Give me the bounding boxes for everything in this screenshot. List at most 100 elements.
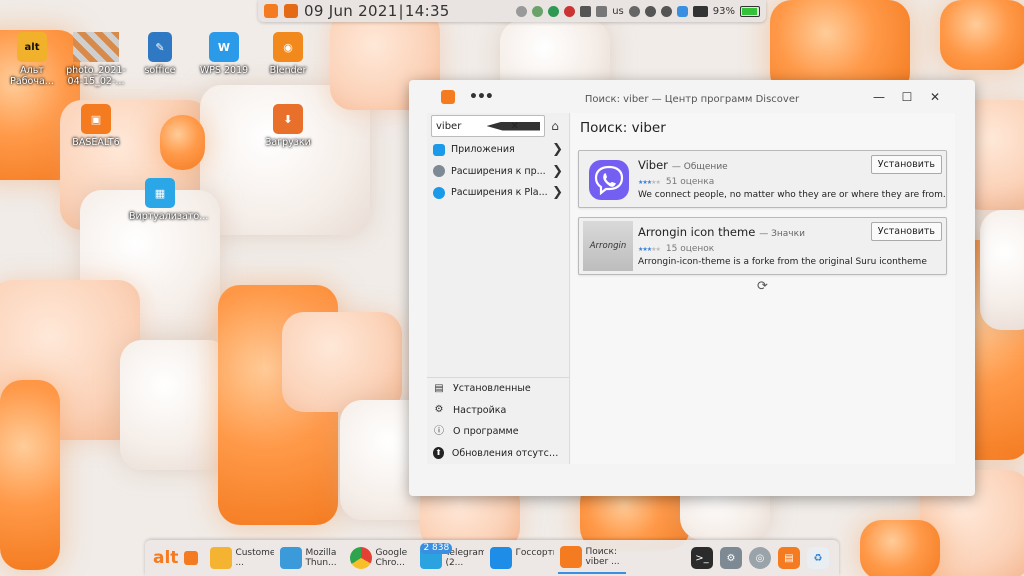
chevron-right-icon: ❯ bbox=[552, 163, 563, 179]
nav-label: Обновления отсутству... bbox=[451, 447, 563, 459]
battery-icon[interactable] bbox=[740, 5, 760, 17]
system-tray: us 93% bbox=[516, 5, 760, 17]
desktop-icon-label: BASEALT6 bbox=[72, 137, 120, 148]
task-discover[interactable]: Поиск: viber ... bbox=[558, 542, 627, 574]
category-label: Расширения к Pla... bbox=[451, 187, 548, 199]
loading-spinner-icon: ⟳ bbox=[757, 279, 768, 294]
result-description: We connect people, no matter who they ar… bbox=[638, 190, 946, 200]
app-category: — Общение bbox=[671, 162, 728, 172]
antivirus-icon[interactable] bbox=[516, 5, 528, 17]
wifi-icon[interactable] bbox=[644, 5, 656, 17]
desktop-icon-blender[interactable]: ◉ Blender bbox=[257, 32, 319, 76]
recycle-bin-icon[interactable]: ♻ bbox=[807, 547, 829, 569]
alt-base-icon: alt bbox=[17, 32, 47, 62]
install-button[interactable]: Установить bbox=[870, 155, 942, 174]
task-thunderbird[interactable]: Mozilla Thun... bbox=[278, 542, 346, 574]
drive-icon[interactable] bbox=[580, 5, 592, 17]
display-icon[interactable] bbox=[692, 5, 708, 17]
result-card-viber[interactable]: Viber — Общение ★★★★★ 51 оценка We connect… bbox=[578, 150, 947, 208]
category-applications[interactable]: Приложения ❯ bbox=[427, 139, 569, 161]
top-panel: 09 Jun 2021 | 14:35 us 93% bbox=[258, 0, 766, 22]
results-pane: Поиск: viber Viber — Общение ★★★★★ 51 оцен… bbox=[571, 113, 955, 464]
desktop-icon-label: Blender bbox=[269, 65, 307, 76]
info-icon: ⓘ bbox=[434, 425, 444, 437]
close-icon[interactable]: ✕ bbox=[929, 90, 941, 104]
app-icon[interactable] bbox=[284, 4, 298, 18]
thunderbird-icon bbox=[280, 547, 303, 569]
folder-icon bbox=[210, 547, 233, 569]
search-input[interactable]: viber ✕ bbox=[431, 115, 545, 137]
result-description: Arrongin-icon-theme is a forke from the … bbox=[638, 257, 927, 267]
task-customers[interactable]: Customers ... bbox=[208, 542, 276, 574]
software-center-icon[interactable]: ▤ bbox=[778, 547, 800, 569]
nav-about[interactable]: ⓘ О программе bbox=[427, 421, 569, 443]
unread-badge: 2 838 bbox=[420, 543, 453, 554]
discover-app-icon[interactable] bbox=[441, 89, 455, 104]
package-icon[interactable] bbox=[564, 5, 576, 17]
settings-sliders-icon: ⚙ bbox=[434, 404, 444, 416]
settings-gear-icon[interactable]: ⚙ bbox=[720, 547, 742, 569]
arrongin-theme-icon: Arrongin bbox=[583, 221, 633, 271]
app-launcher-icon[interactable] bbox=[184, 551, 199, 565]
category-app-addons[interactable]: Расширения к пр... ❯ bbox=[427, 161, 569, 183]
desktop-icon-alt-workstation[interactable]: alt Альт Рабоча... bbox=[1, 32, 63, 87]
basealt-icon: ▣ bbox=[81, 104, 111, 134]
category-label: Приложения bbox=[451, 144, 515, 156]
clipboard-icon[interactable] bbox=[596, 5, 608, 17]
desktop-icon-virtualization[interactable]: ▦ Виртуализато... bbox=[129, 178, 208, 222]
desktop-icon-soffice[interactable]: ✎ soffice bbox=[129, 32, 191, 76]
update-arrow-icon: ⬆ bbox=[433, 447, 444, 460]
desktop-icon-label: Альт Рабоча... bbox=[10, 65, 54, 87]
nav-updates[interactable]: ⬆ Обновления отсутству... bbox=[427, 443, 569, 465]
task-telegram[interactable]: 2 838 Telegram (2... bbox=[418, 542, 486, 574]
task-wps-doc[interactable]: Госсортко... bbox=[488, 542, 556, 574]
clock-date[interactable]: 09 Jun 2021 bbox=[304, 2, 398, 20]
search-input-value[interactable]: viber bbox=[436, 121, 487, 132]
rating-stars: ★★★★★ bbox=[638, 179, 661, 186]
alt-logo-menu[interactable]: alt bbox=[153, 548, 178, 568]
network-arrows-icon[interactable] bbox=[532, 5, 544, 17]
maximize-icon[interactable]: ☐ bbox=[901, 90, 913, 104]
vpn-icon[interactable] bbox=[628, 5, 640, 17]
chrome-icon bbox=[350, 547, 373, 569]
nav-installed[interactable]: ▤ Установленные bbox=[427, 378, 569, 400]
window-titlebar[interactable]: ••• Поиск: viber — Центр программ Discov… bbox=[409, 80, 975, 113]
menu-icon[interactable] bbox=[264, 4, 278, 18]
search-icon[interactable] bbox=[676, 5, 688, 17]
home-icon[interactable]: ⌂ bbox=[545, 119, 565, 133]
clock-time[interactable]: 14:35 bbox=[405, 2, 450, 20]
category-plasma-addons[interactable]: Расширения к Pla... ❯ bbox=[427, 182, 569, 204]
terminal-icon[interactable]: >_ bbox=[691, 547, 713, 569]
taskbar: alt Customers ... Mozilla Thun... Google… bbox=[145, 540, 839, 576]
desktop-icon-label: soffice bbox=[144, 65, 176, 76]
virtualization-icon: ▦ bbox=[145, 178, 175, 208]
task-label: Поиск: viber ... bbox=[585, 546, 620, 568]
clear-search-icon[interactable]: ✕ bbox=[486, 121, 540, 131]
clock-separator: | bbox=[398, 2, 404, 20]
page-title: Поиск: viber bbox=[580, 120, 666, 136]
result-rating: ★★★★★ 15 оценок bbox=[638, 244, 714, 254]
desktop-icon-photo[interactable]: photo_2021-04-15_02-... bbox=[65, 32, 127, 87]
result-card-arrongin[interactable]: Arrongin Arrongin icon theme — Значки ★★★… bbox=[578, 217, 947, 275]
chevron-right-icon: ❯ bbox=[552, 142, 563, 158]
more-options-icon[interactable]: ••• bbox=[469, 89, 494, 105]
keyboard-layout[interactable]: us bbox=[612, 6, 624, 17]
control-center-icon[interactable]: ◎ bbox=[749, 547, 771, 569]
desktop-icon-basealt[interactable]: ▣ BASEALT6 bbox=[65, 104, 127, 148]
discover-window: ••• Поиск: viber — Центр программ Discov… bbox=[409, 80, 975, 496]
desktop-icon-wps[interactable]: W WPS 2019 bbox=[193, 32, 255, 76]
desktop-icon-label: WPS 2019 bbox=[199, 65, 249, 76]
desktop-icon-downloads[interactable]: ⬇ Загрузки bbox=[257, 104, 319, 148]
update-icon[interactable] bbox=[548, 5, 560, 17]
task-chrome[interactable]: Google Chro... bbox=[348, 542, 416, 574]
taskbar-launchers: >_ ⚙ ◎ ▤ ♻ bbox=[691, 547, 829, 569]
app-category: — Значки bbox=[759, 229, 805, 239]
result-name: Viber — Общение bbox=[638, 158, 728, 172]
nav-settings[interactable]: ⚙ Настройка bbox=[427, 400, 569, 422]
downloads-folder-icon: ⬇ bbox=[273, 104, 303, 134]
volume-icon[interactable] bbox=[660, 5, 672, 17]
rating-count: 15 оценок bbox=[665, 244, 715, 254]
minimize-icon[interactable]: — bbox=[873, 90, 885, 104]
task-label: Mozilla Thun... bbox=[305, 547, 337, 569]
install-button[interactable]: Установить bbox=[870, 222, 942, 241]
